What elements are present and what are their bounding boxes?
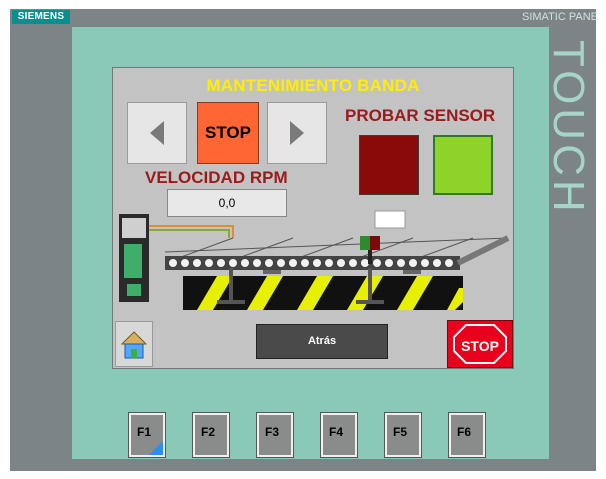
hmi-screen: MANTENIMIENTO BANDA STOP PROBAR SENSOR V…	[112, 67, 514, 369]
conveyor-illustration	[119, 210, 510, 310]
home-button[interactable]	[115, 321, 153, 367]
fkey-f2-label: F2	[201, 425, 216, 439]
stop-sign-text: STOP	[461, 338, 499, 354]
conveyor-right-button[interactable]	[267, 102, 327, 164]
touch-label: TOUCH	[544, 40, 593, 216]
fkey-f3[interactable]: F3	[256, 412, 294, 458]
probar-sensor-label: PROBAR SENSOR	[345, 106, 496, 125]
fkey-f5[interactable]: F5	[384, 412, 422, 458]
fkey-f1[interactable]: F1	[128, 412, 166, 458]
sensor-green-button[interactable]	[433, 135, 493, 195]
conveyor-stop-button[interactable]: STOP	[197, 102, 259, 164]
fkey-f3-label: F3	[265, 425, 280, 439]
screen-title: MANTENIMIENTO BANDA	[206, 76, 420, 95]
brand-label: SIEMENS	[12, 10, 70, 24]
fkey-f1-label: F1	[137, 425, 152, 439]
hmi-panel: SIEMENS SIMATIC PANE TOUCH MANTENIMIENTO…	[0, 0, 606, 479]
triangle-right-icon	[290, 121, 304, 145]
fkey-f5-label: F5	[393, 425, 408, 439]
corner-triangle-icon	[149, 441, 163, 455]
emergency-stop-button[interactable]: STOP	[447, 320, 513, 368]
house-icon	[120, 331, 148, 359]
model-label: SIMATIC PANE	[522, 11, 598, 23]
function-keys: F1 F2 F3 F4 F5 F6	[128, 412, 488, 460]
velocity-label: VELOCIDAD RPM	[145, 168, 288, 187]
sensor-red-button[interactable]	[359, 135, 419, 195]
back-button[interactable]: Atrás	[256, 324, 388, 359]
fkey-f4[interactable]: F4	[320, 412, 358, 458]
fkey-f6-label: F6	[457, 425, 472, 439]
fkey-f2[interactable]: F2	[192, 412, 230, 458]
conveyor-left-button[interactable]	[127, 102, 187, 164]
stop-sign-icon: STOP	[453, 324, 507, 364]
fkey-f6[interactable]: F6	[448, 412, 486, 458]
fkey-f4-label: F4	[329, 425, 344, 439]
triangle-left-icon	[150, 121, 164, 145]
drive-unit-icon	[119, 214, 149, 302]
